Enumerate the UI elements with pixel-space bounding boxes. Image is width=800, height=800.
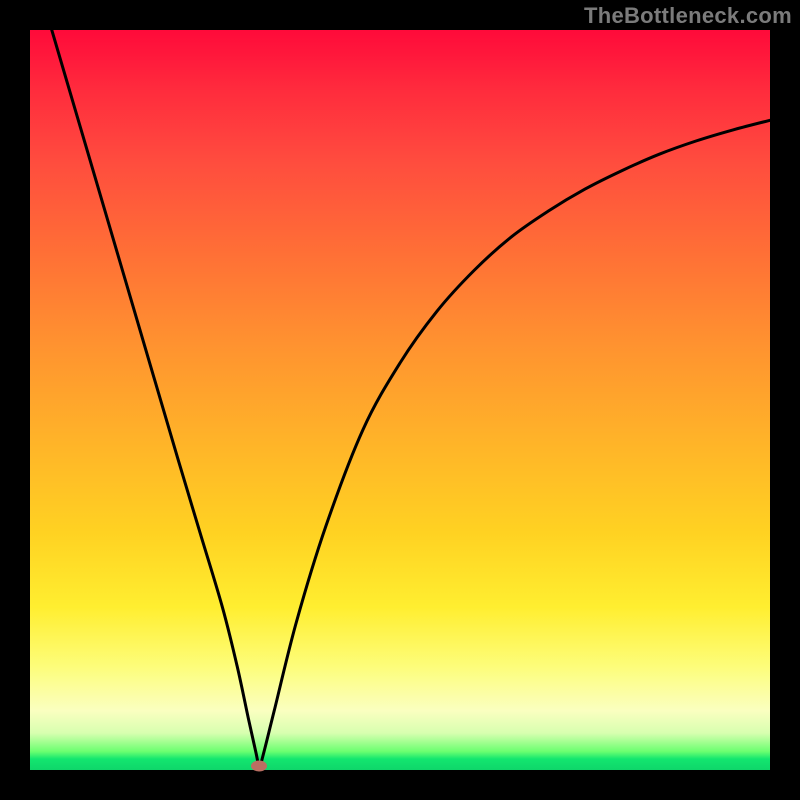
attribution-watermark: TheBottleneck.com (584, 3, 792, 29)
bottleneck-curve-path (30, 30, 770, 766)
plot-area (30, 30, 770, 770)
curve-svg (30, 30, 770, 770)
optimal-point-marker (251, 761, 267, 772)
chart-frame: TheBottleneck.com (0, 0, 800, 800)
